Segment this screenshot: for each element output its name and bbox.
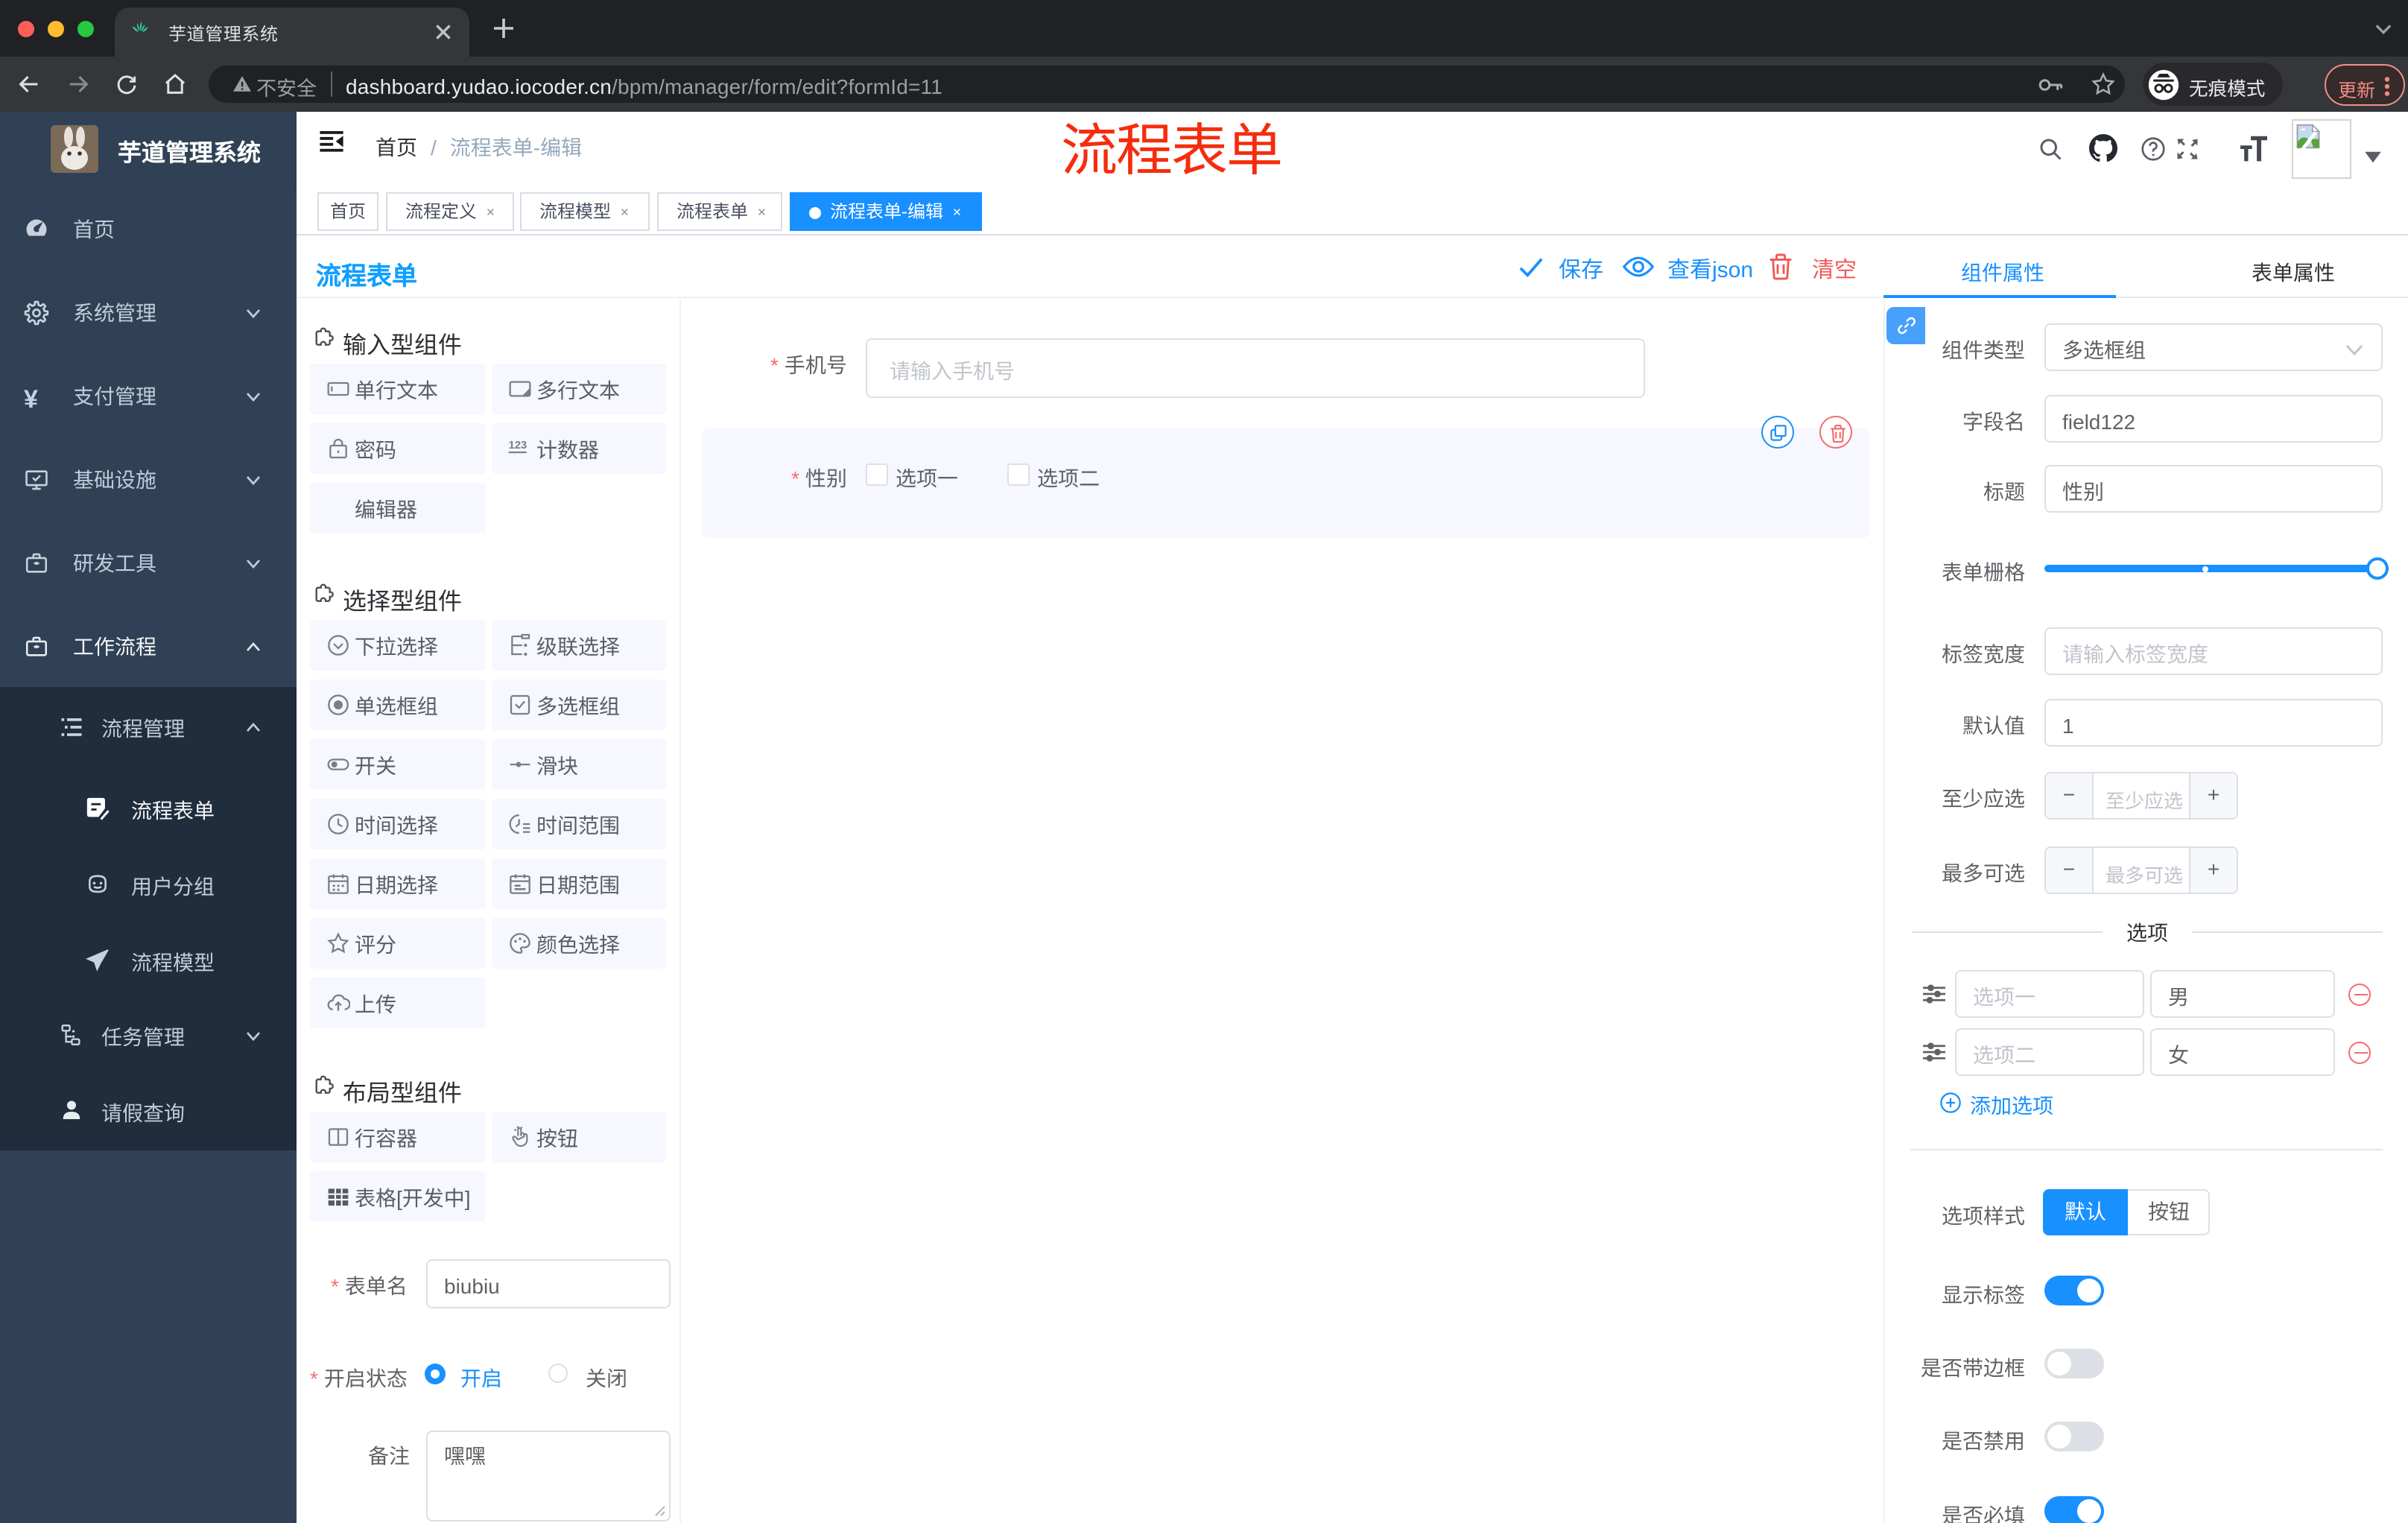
svg-text:123: 123 [509, 440, 527, 452]
